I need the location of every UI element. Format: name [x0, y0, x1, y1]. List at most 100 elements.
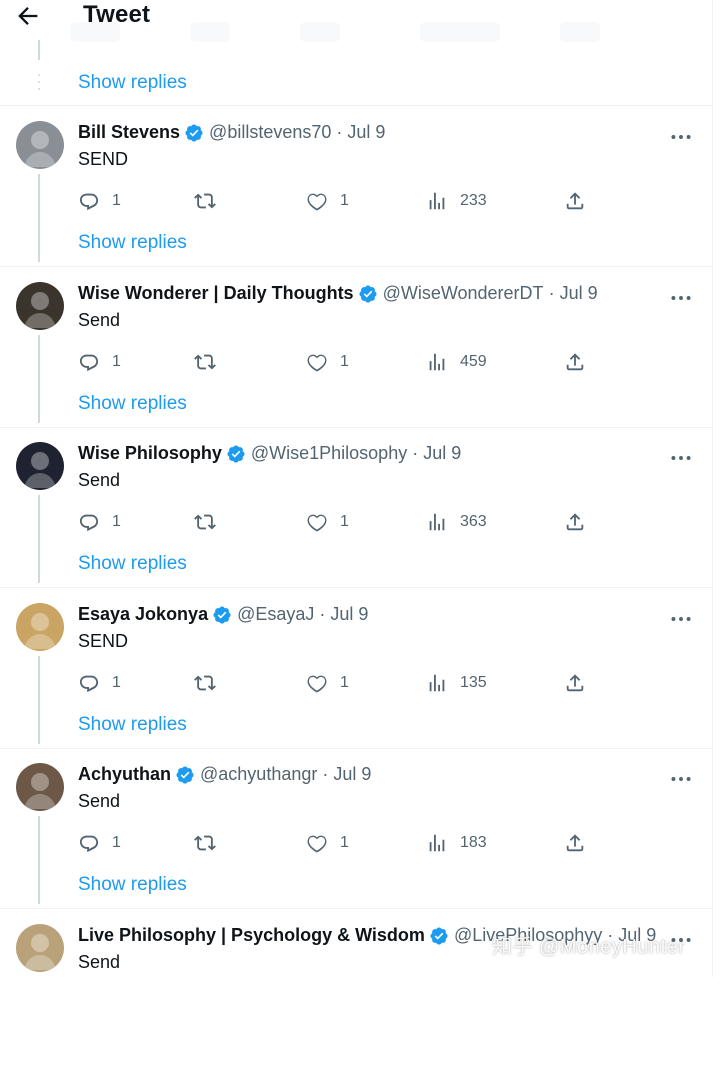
avatar-image	[16, 121, 64, 169]
more-options-icon[interactable]	[668, 766, 694, 792]
reply-icon	[79, 514, 99, 532]
share-icon	[566, 353, 584, 371]
share-button[interactable]	[564, 830, 586, 856]
tweet-date[interactable]: Jul 9	[560, 283, 598, 304]
author-name[interactable]: Live Philosophy | Psychology & Wisdom	[78, 925, 425, 946]
show-replies-link[interactable]: Show replies	[78, 232, 187, 254]
reply-tweet[interactable]: Achyuthan @achyuthangr · Jul 9 Send 1 1 …	[0, 748, 712, 909]
header-separator: ·	[412, 443, 419, 463]
tweet-text: SEND	[78, 149, 129, 169]
analytics-icon	[429, 674, 445, 692]
more-options-icon[interactable]	[668, 606, 694, 632]
author-name[interactable]: Wise Philosophy	[78, 443, 222, 464]
thread-line	[38, 40, 40, 60]
tweet-text: Send	[78, 310, 121, 330]
retweet-button[interactable]	[194, 670, 216, 696]
views-button[interactable]: 183	[426, 830, 487, 856]
share-button[interactable]	[564, 349, 586, 375]
verified-badge-icon	[185, 123, 203, 142]
like-button[interactable]: 1	[306, 830, 349, 856]
tweet-date[interactable]: Jul 9	[423, 443, 461, 464]
more-options-icon[interactable]	[668, 124, 694, 150]
verified-badge-icon	[213, 605, 231, 624]
header-fade-shape	[420, 22, 500, 42]
tweet-date[interactable]: Jul 9	[347, 122, 385, 143]
like-button[interactable]: 1	[306, 670, 349, 696]
thread-continuation: Show replies	[0, 40, 712, 106]
avatar[interactable]	[16, 121, 64, 169]
author-handle[interactable]: @achyuthangr	[200, 764, 317, 785]
avatar[interactable]	[16, 763, 64, 811]
reply-count: 1	[112, 834, 121, 851]
author-name[interactable]: Esaya Jokonya	[78, 604, 208, 625]
header-separator: ·	[322, 764, 329, 784]
analytics-icon	[429, 834, 445, 852]
like-count: 1	[340, 674, 349, 691]
tweet-date[interactable]: Jul 9	[330, 604, 368, 625]
like-button[interactable]: 1	[306, 188, 349, 214]
more-options-icon[interactable]	[668, 445, 694, 471]
heart-icon	[307, 514, 327, 532]
views-button[interactable]: 233	[426, 188, 487, 214]
author-name[interactable]: Achyuthan	[78, 764, 171, 785]
tweet-actions: 1 1 363	[78, 509, 598, 535]
retweet-button[interactable]	[194, 830, 216, 856]
views-button[interactable]: 363	[426, 509, 487, 535]
reply-button[interactable]: 1	[78, 188, 121, 214]
author-name[interactable]: Wise Wonderer | Daily Thoughts	[78, 283, 354, 304]
share-button[interactable]	[564, 509, 586, 535]
author-handle[interactable]: @EsayaJ	[237, 604, 314, 625]
show-replies-link[interactable]: Show replies	[78, 553, 187, 575]
like-button[interactable]: 1	[306, 509, 349, 535]
avatar-image	[16, 763, 64, 811]
share-icon	[566, 192, 584, 210]
author-handle[interactable]: @billstevens70	[209, 122, 331, 143]
reply-icon	[79, 835, 99, 853]
avatar[interactable]	[16, 282, 64, 330]
watermark-text: 知乎 @MoneyHunter	[492, 936, 686, 958]
tweet-date[interactable]: Jul 9	[333, 764, 371, 785]
author-name[interactable]: Bill Stevens	[78, 122, 180, 143]
share-button[interactable]	[564, 670, 586, 696]
views-button[interactable]: 135	[426, 670, 487, 696]
show-replies-link[interactable]: Show replies	[78, 72, 187, 94]
tweet-text: Send	[78, 470, 121, 490]
views-button[interactable]: 459	[426, 349, 487, 375]
show-replies-link[interactable]: Show replies	[78, 874, 187, 896]
avatar[interactable]	[16, 442, 64, 490]
show-replies-link[interactable]: Show replies	[78, 714, 187, 736]
reply-tweet[interactable]: Bill Stevens @billstevens70 · Jul 9 SEND…	[0, 106, 712, 267]
reply-count: 1	[112, 674, 121, 691]
reply-button[interactable]: 1	[78, 670, 121, 696]
share-icon	[566, 834, 584, 852]
share-button[interactable]	[564, 188, 586, 214]
header-separator: ·	[336, 122, 343, 142]
author-handle[interactable]: @WiseWondererDT	[383, 283, 544, 304]
reply-icon	[79, 354, 99, 372]
like-button[interactable]: 1	[306, 349, 349, 375]
tweet-text: SEND	[78, 631, 129, 651]
show-replies-link[interactable]: Show replies	[78, 393, 187, 415]
author-handle[interactable]: @Wise1Philosophy	[251, 443, 407, 464]
avatar[interactable]	[16, 924, 64, 972]
avatar[interactable]	[16, 603, 64, 651]
tweet-header: Achyuthan @achyuthangr · Jul 9	[78, 764, 371, 785]
header-separator: ·	[319, 604, 326, 624]
more-options-icon[interactable]	[668, 285, 694, 311]
reply-button[interactable]: 1	[78, 830, 121, 856]
reply-tweet[interactable]: Esaya Jokonya @EsayaJ · Jul 9 SEND 1 1 1…	[0, 588, 712, 749]
header-fade-shape	[190, 22, 230, 42]
reply-tweet[interactable]: Wise Philosophy @Wise1Philosophy · Jul 9…	[0, 427, 712, 588]
like-count: 1	[340, 513, 349, 530]
reply-button[interactable]: 1	[78, 349, 121, 375]
reply-tweet[interactable]: Wise Wonderer | Daily Thoughts @WiseWond…	[0, 267, 712, 428]
reply-button[interactable]: 1	[78, 509, 121, 535]
view-count: 233	[460, 192, 487, 209]
retweet-button[interactable]	[194, 188, 216, 214]
retweet-button[interactable]	[194, 349, 216, 375]
like-count: 1	[340, 192, 349, 209]
reply-icon	[79, 193, 99, 211]
retweet-icon	[194, 514, 216, 530]
retweet-button[interactable]	[194, 509, 216, 535]
back-arrow-icon[interactable]	[14, 2, 42, 30]
